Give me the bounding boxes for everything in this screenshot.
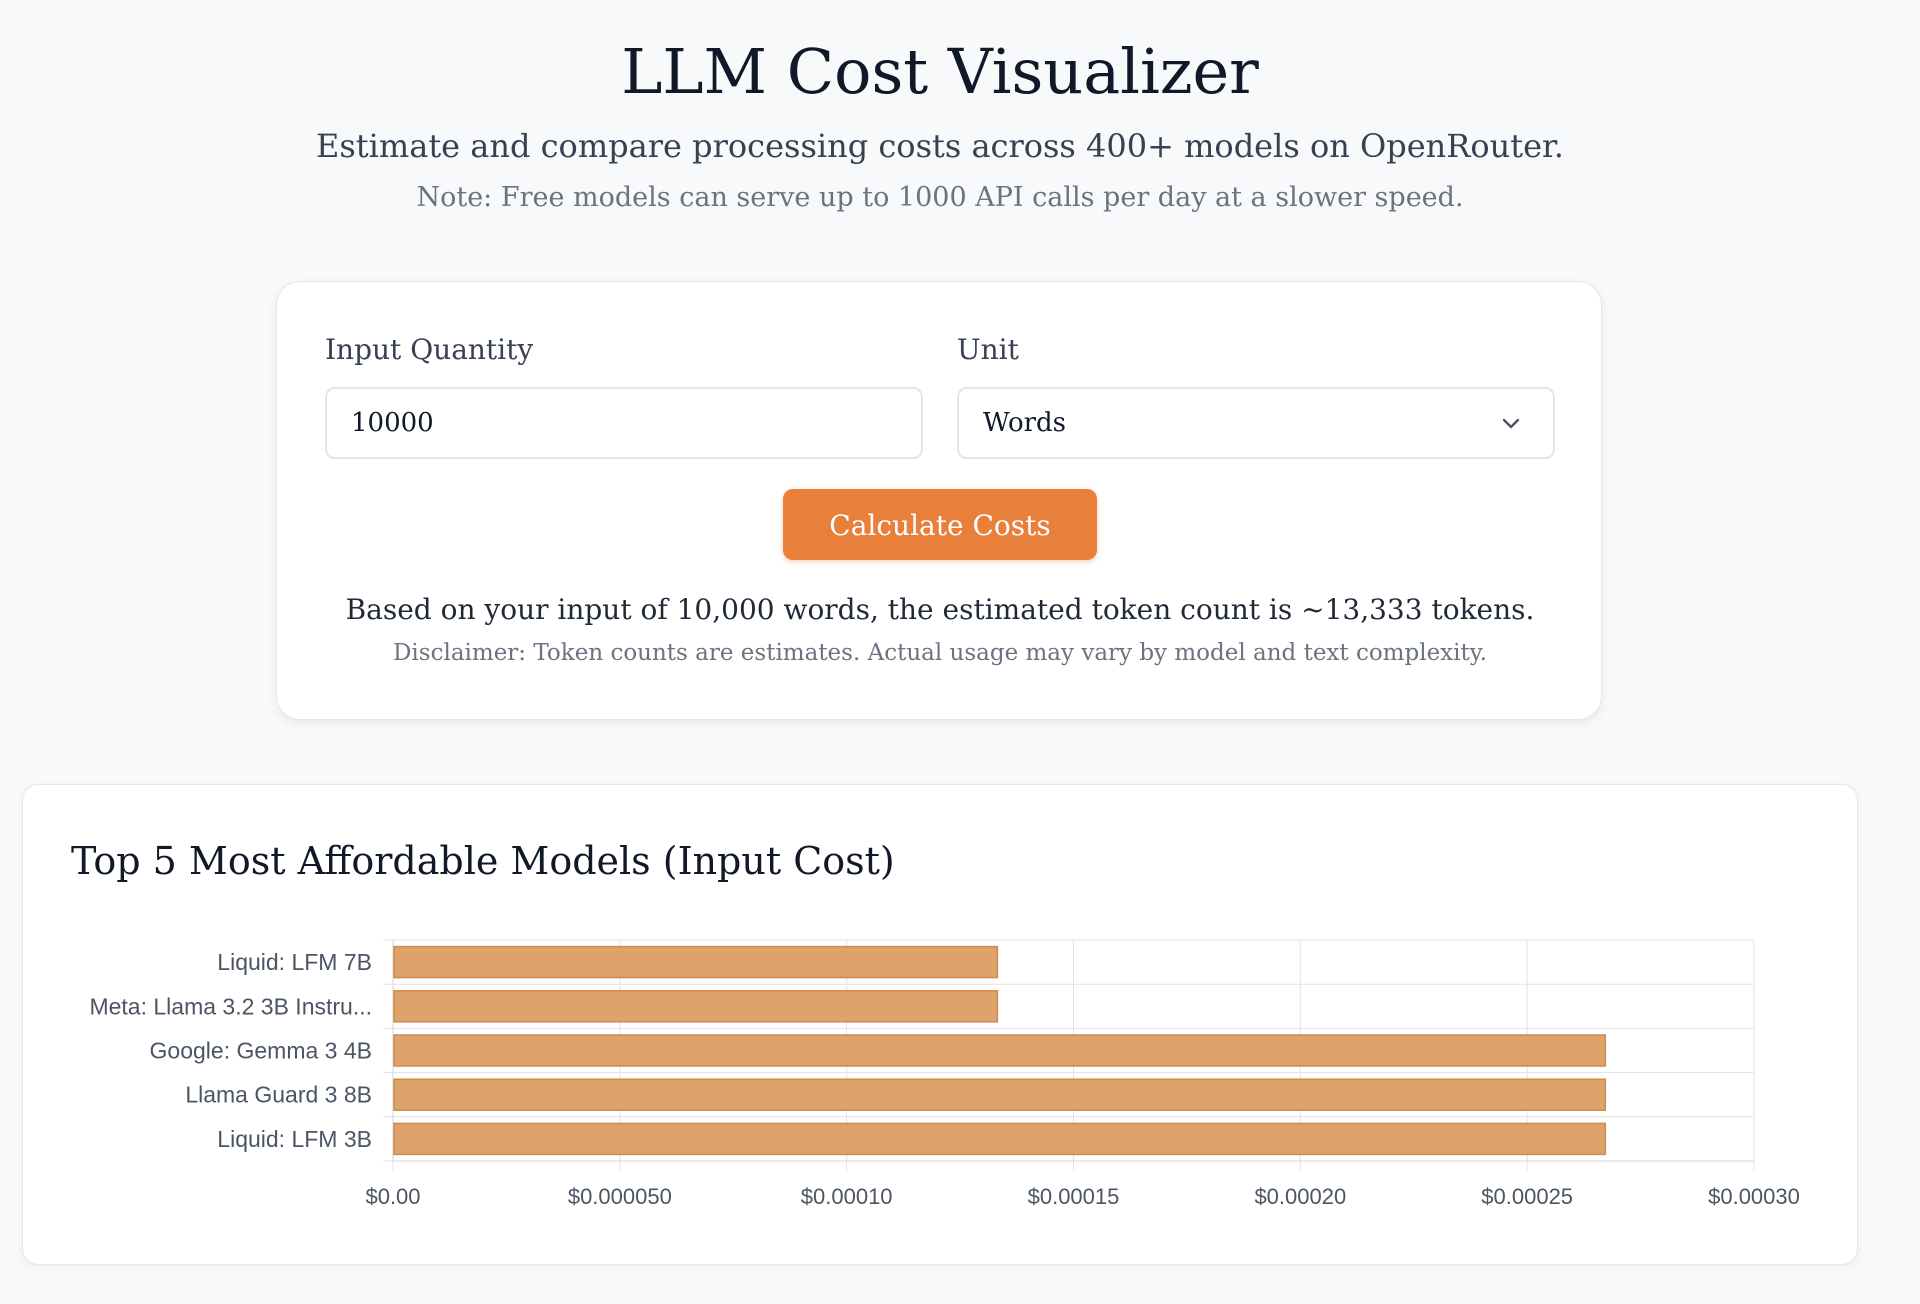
x-tick-label: $0.00025: [1481, 1184, 1573, 1209]
y-category-label: Liquid: LFM 7B: [217, 949, 372, 975]
cost-bar-chart: $0.00 $0.000050 $0.00010 $0.00015 $0.00020 $0…: [89, 939, 1800, 1209]
x-tick-label: $0.00020: [1254, 1184, 1346, 1209]
token-disclaimer-text: Disclaimer: Token counts are estimates. …: [392, 640, 1488, 666]
quantity-label: Input Quantity: [325, 333, 534, 366]
free-models-note: Note: Free models can serve up to 1000 A…: [416, 182, 1464, 213]
chevron-down-icon: [1502, 418, 1520, 429]
y-category-label: Google: Gemma 3 4B: [150, 1038, 372, 1064]
x-tick-label: $0.00015: [1028, 1184, 1120, 1209]
y-category-label: Liquid: LFM 3B: [217, 1126, 372, 1152]
token-estimate-text: Based on your input of 10,000 words, the…: [345, 593, 1535, 626]
bar: [393, 990, 999, 1023]
page-title: LLM Cost Visualizer: [621, 35, 1259, 108]
x-tick-label: $0.00010: [801, 1184, 893, 1209]
page-subtitle: Estimate and compare processing costs ac…: [316, 127, 1564, 165]
x-tick-label: $0.00030: [1708, 1184, 1800, 1209]
x-tick-label: $0.00: [365, 1184, 420, 1209]
unit-select-value: Words: [983, 408, 1067, 438]
y-category-label: Llama Guard 3 8B: [185, 1082, 372, 1108]
calculate-costs-button[interactable]: Calculate Costs: [783, 489, 1097, 560]
quantity-input[interactable]: 10000: [325, 387, 923, 459]
unit-label: Unit: [957, 333, 1019, 366]
y-category-label: Meta: Llama 3.2 3B Instru...: [89, 993, 372, 1019]
bar: [393, 1078, 1607, 1111]
chart-card: Top 5 Most Affordable Models (Input Cost…: [22, 784, 1858, 1265]
unit-select[interactable]: Words: [957, 387, 1555, 459]
bar: [393, 945, 999, 979]
bar: [393, 1034, 1607, 1067]
quantity-input-value: 10000: [351, 408, 434, 438]
x-tick-label: $0.000050: [568, 1184, 672, 1209]
bar: [393, 1122, 1607, 1156]
calculator-card: Input Quantity Unit 10000 Words Calculat…: [276, 281, 1602, 720]
